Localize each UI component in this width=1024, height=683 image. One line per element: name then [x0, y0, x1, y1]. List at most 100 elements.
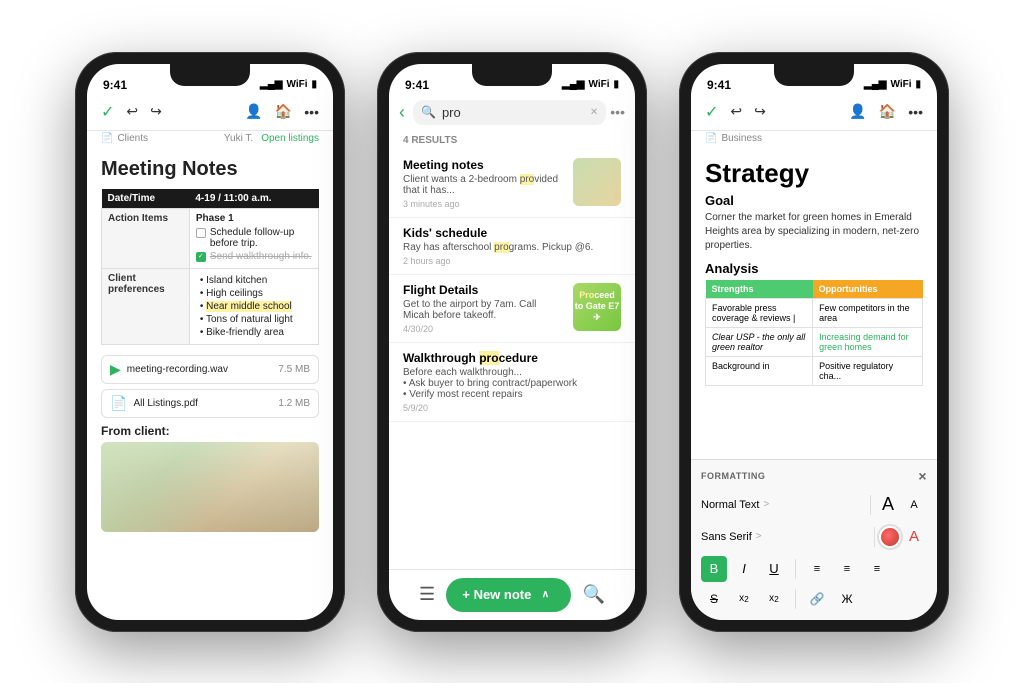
redo-icon-1[interactable]: ↪ — [148, 101, 164, 122]
menu-icon[interactable]: ☰ — [419, 584, 435, 605]
time-1: 9:41 — [103, 78, 127, 92]
align-center-button[interactable]: ≡ — [834, 556, 860, 582]
breadcrumb-1: 📄 Clients Yuki T. Open listings — [87, 131, 333, 148]
pdf-icon: 📄 — [110, 395, 127, 412]
result-2-title: Kids' schedule — [403, 226, 621, 240]
link-button[interactable]: 🔗 — [804, 586, 830, 612]
pref-5: Bike-friendly area — [200, 327, 312, 338]
formatting-title: FORMATTING — [701, 471, 765, 481]
formatting-panel: FORMATTING × Normal Text > A A San — [691, 459, 937, 620]
bottom-bar-2: ☰ + New note ∧ 🔍 — [389, 569, 635, 620]
task-2-text: Send walkthrough info. — [210, 251, 312, 262]
doc-title-1: Meeting Notes — [101, 158, 319, 181]
undo-icon-1[interactable]: ↩ — [124, 101, 140, 122]
breadcrumb-doc-icon: 📄 — [101, 133, 113, 144]
room-image — [101, 442, 319, 532]
user-icon-3[interactable]: 👤 — [847, 101, 868, 122]
pref-1: Island kitchen — [200, 275, 312, 286]
breadcrumb-biz[interactable]: Business — [721, 133, 762, 144]
strength-3: Background in — [706, 356, 813, 385]
search-clear-icon[interactable]: ✕ — [590, 107, 598, 118]
doc3-title: Strategy — [705, 158, 923, 189]
goal-label: Goal — [705, 193, 923, 208]
breadcrumb-clients[interactable]: Clients — [117, 133, 148, 144]
redo-icon-3[interactable]: ↪ — [752, 101, 768, 122]
signal-icon-3: ▂▄▆ — [864, 79, 886, 90]
expand-button[interactable]: ∧ — [535, 585, 555, 605]
search-bar[interactable]: 🔍 pro ✕ — [413, 100, 606, 125]
signal-icon-2: ▂▄▆ — [562, 79, 584, 90]
result-3-title: Flight Details — [403, 283, 563, 297]
superscript-button[interactable]: x2 — [731, 586, 757, 612]
align-left-button[interactable]: ≡ — [804, 556, 830, 582]
phase-label: Phase 1 — [196, 213, 312, 224]
pref-2: High ceilings — [200, 288, 312, 299]
pref-highlighted: Near middle school — [206, 301, 292, 312]
font-size-large-button[interactable]: A — [875, 492, 901, 518]
strikethrough-button[interactable]: S — [701, 586, 727, 612]
phone-2: 9:41 ▂▄▆ WiFi ▮ ‹ 🔍 pro ✕ ••• 4 RESULTS — [377, 52, 647, 632]
strength-1: Favorable press coverage & reviews | — [706, 298, 813, 327]
swot-row-2: Clear USP - the only all green realtor I… — [706, 327, 923, 356]
home-icon-1[interactable]: 🏠 — [273, 101, 294, 122]
battery-icon-2: ▮ — [613, 79, 619, 90]
screen-3: 9:41 ▂▄▆ WiFi ▮ ✓ ↩ ↪ 👤 🏠 ••• 📄 Business — [691, 64, 937, 620]
normal-text-chevron: > — [763, 499, 769, 510]
attachment-pdf: 📄 All Listings.pdf 1.2 MB — [101, 389, 319, 418]
screen-1: 9:41 ▂▄▆ WiFi ▮ ✓ ↩ ↪ 👤 🏠 ••• 📄 Clients — [87, 64, 333, 620]
back-button[interactable]: ‹ — [399, 102, 409, 123]
search-result-2[interactable]: Kids' schedule Ray has afterschool progr… — [389, 218, 635, 275]
result-2-text: Kids' schedule Ray has afterschool progr… — [403, 226, 621, 266]
code-button[interactable]: Ж — [834, 586, 860, 612]
action-items-label: Action Items — [102, 208, 190, 268]
result-3-thumb: Proceedto Gate E7✈ — [573, 283, 621, 331]
divider-2 — [874, 527, 875, 547]
notch-1 — [170, 64, 250, 86]
text-color-button[interactable]: A — [901, 524, 927, 550]
result-4-date: 5/9/20 — [403, 403, 621, 413]
notch-2 — [472, 64, 552, 86]
checkbox-2[interactable] — [196, 252, 206, 262]
prefs-list: Island kitchen High ceilings Near middle… — [196, 275, 312, 338]
bold-button[interactable]: B — [701, 556, 727, 582]
italic-button[interactable]: I — [731, 556, 757, 582]
search-results-list: Meeting notes Client wants a 2-bedroom p… — [389, 150, 635, 569]
normal-text-selector[interactable]: Normal Text > — [701, 499, 866, 511]
new-note-button[interactable]: + New note ∧ — [446, 578, 571, 612]
goal-text: Corner the market for green homes in Eme… — [705, 211, 923, 253]
opportunity-3: Positive regulatory cha... — [813, 356, 923, 385]
check-icon-1[interactable]: ✓ — [99, 100, 116, 124]
checkbox-1[interactable] — [196, 228, 206, 238]
search-result-3[interactable]: Flight Details Get to the airport by 7am… — [389, 275, 635, 343]
subscript-button[interactable]: x2 — [761, 586, 787, 612]
task-1-text: Schedule follow-up before trip. — [210, 227, 312, 249]
user-name-1: Yuki T. — [224, 133, 253, 144]
underline-button[interactable]: U — [761, 556, 787, 582]
strength-header: Strengths — [706, 280, 813, 299]
doc-content-1: Meeting Notes Date/Time 4-19 / 11:00 a.m… — [87, 148, 333, 620]
format-row-3: B I U ≡ ≡ ≡ — [701, 556, 927, 582]
home-icon-3[interactable]: 🏠 — [877, 101, 898, 122]
align-right-button[interactable]: ≡ — [864, 556, 890, 582]
new-note-label: + New note — [462, 587, 531, 602]
room-thumb — [573, 158, 621, 206]
audio-size: 7.5 MB — [278, 364, 310, 375]
search-result-1[interactable]: Meeting notes Client wants a 2-bedroom p… — [389, 150, 635, 218]
font-selector[interactable]: Sans Serif > — [701, 531, 870, 543]
check-icon-3[interactable]: ✓ — [703, 100, 720, 124]
status-icons-2: ▂▄▆ WiFi ▮ — [562, 79, 619, 90]
search-result-4[interactable]: Walkthrough procedure Before each walkth… — [389, 343, 635, 422]
more-icon-3[interactable]: ••• — [906, 102, 925, 122]
close-formatting-button[interactable]: × — [918, 468, 927, 484]
color-picker-button[interactable] — [879, 526, 901, 548]
search-input-text: pro — [442, 105, 584, 120]
attachment-audio: ▶ meeting-recording.wav 7.5 MB — [101, 355, 319, 384]
user-icon-1[interactable]: 👤 — [243, 101, 264, 122]
search-bottom-icon[interactable]: 🔍 — [583, 584, 605, 605]
search-more-icon[interactable]: ••• — [610, 104, 625, 120]
pref-4: Tons of natural light — [200, 314, 312, 325]
more-icon-1[interactable]: ••• — [302, 102, 321, 122]
font-size-small-button[interactable]: A — [901, 492, 927, 518]
undo-icon-3[interactable]: ↩ — [728, 101, 744, 122]
open-listings-link[interactable]: Open listings — [261, 133, 319, 144]
